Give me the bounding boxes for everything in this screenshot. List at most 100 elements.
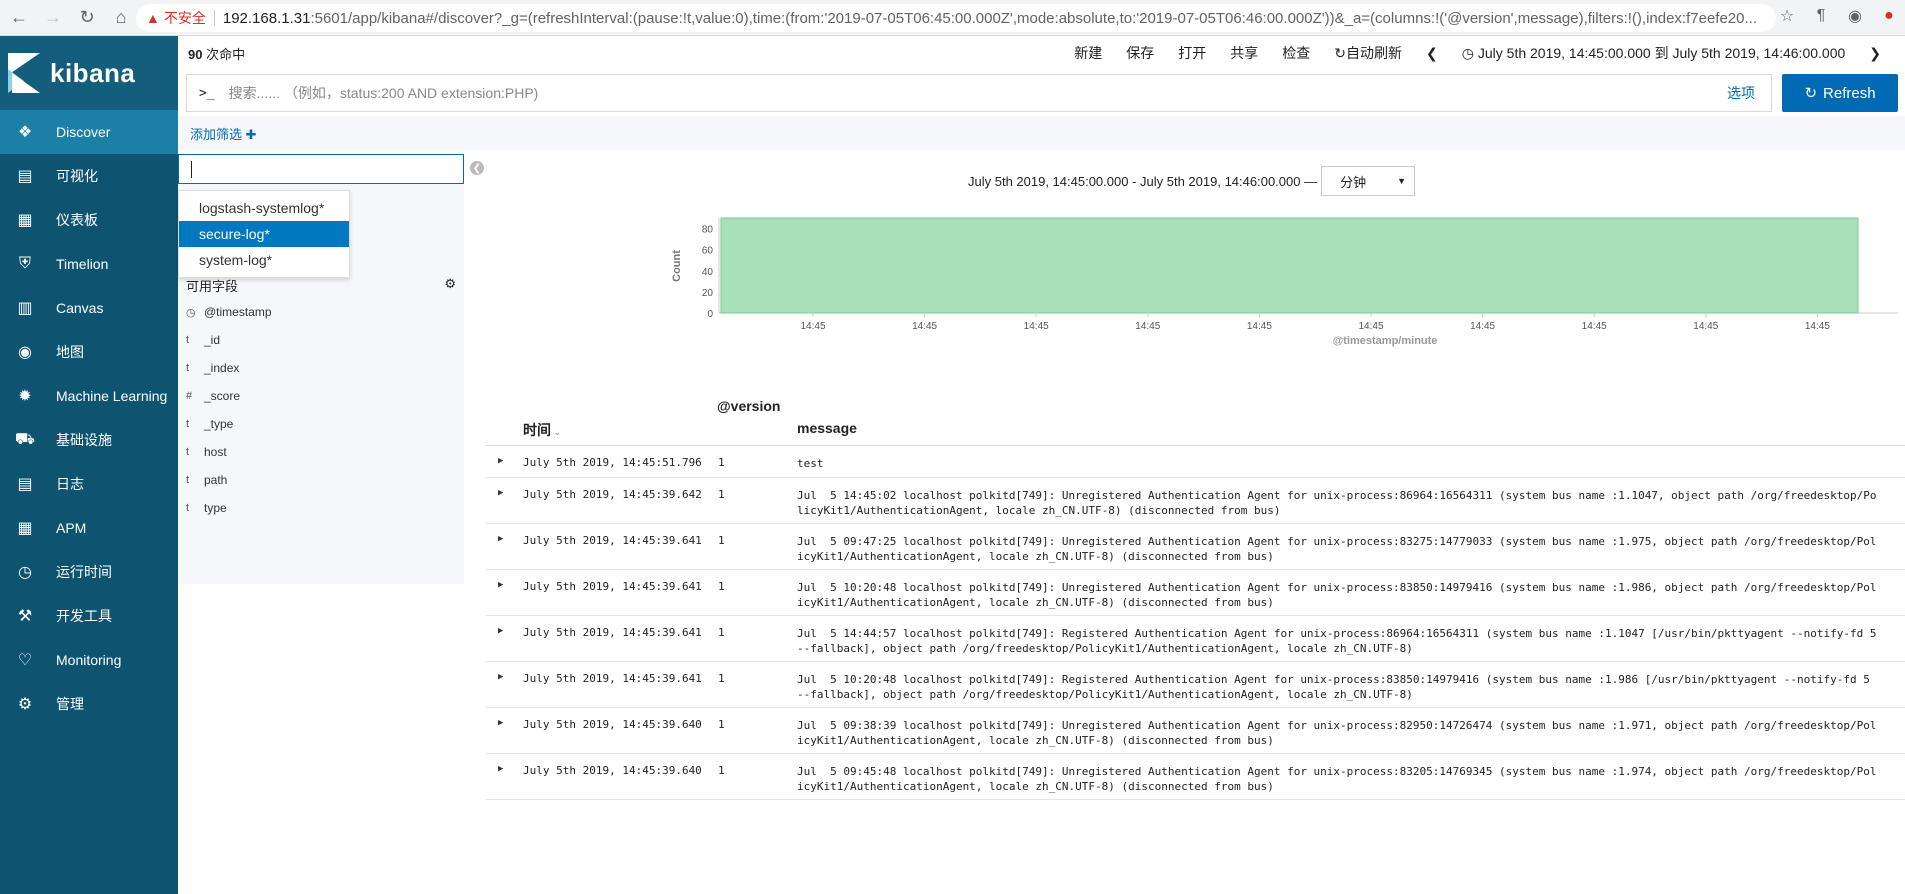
kibana-logo[interactable]: kibana [0,36,178,110]
index-pattern-option[interactable]: system-log* [179,247,349,273]
field-item[interactable]: t _type [186,414,233,434]
gear-icon: ⚙ [17,696,33,713]
y-tick-label: 60 [702,246,714,257]
field-type-icon: t [186,418,190,430]
sidebar-item-discover[interactable]: ❖ Discover [0,110,178,154]
expand-caret-icon[interactable]: ▶ [498,718,503,728]
field-item[interactable]: t host [186,442,227,462]
new-link[interactable]: 新建 [1062,43,1114,63]
x-tick-label: 14:45 [800,321,825,332]
field-item[interactable]: t type [186,498,227,518]
sidebar-item-machine-learning[interactable]: ✹ Machine Learning [0,374,178,418]
extension-icon[interactable]: ¶ [1809,4,1833,28]
sidebar-item-canvas[interactable]: ▥ Canvas [0,286,178,330]
expand-caret-icon[interactable]: ▶ [498,580,503,590]
refresh-button[interactable]: ↻ Refresh [1782,74,1898,112]
time-cell: July 5th 2019, 14:45:39.640 [523,764,702,777]
sidebar-item-地图[interactable]: ◉ 地图 [0,330,178,374]
ml-icon: ✹ [18,388,32,405]
field-item[interactable]: t path [186,470,227,490]
time-range-picker[interactable]: ◷ July 5th 2019, 14:45:00.000 到 July 5th… [1450,43,1858,63]
sidebar-item-可视化[interactable]: ▤ 可视化 [0,154,178,198]
sidebar-item-运行时间[interactable]: ◷ 运行时间 [0,550,178,594]
expand-caret-icon[interactable]: ▶ [498,488,503,498]
x-tick-label: 14:45 [1358,321,1383,332]
index-pattern-dropdown: logstash-systemlog* secure-log* system-log… [178,190,350,278]
inspect-link[interactable]: 检查 [1270,43,1322,63]
field-item[interactable]: # _score [186,386,240,406]
version-cell: 1 [718,718,725,731]
forward-arrow-icon[interactable]: → [38,3,68,33]
sidebar-item-label: Machine Learning [56,388,168,404]
field-item[interactable]: t _id [186,330,220,350]
expand-caret-icon[interactable]: ▶ [498,534,503,544]
back-arrow-icon[interactable]: ← [4,3,34,33]
field-sidebar: ❮ logstash-systemlog* secure-log* system-l… [178,154,484,584]
available-fields-header: 可用字段 ⚙ [186,276,456,295]
sidebar-item-label: Discover [56,124,111,140]
expand-caret-icon[interactable]: ▶ [498,456,503,466]
version-cell: 1 [718,764,725,777]
home-icon[interactable]: ⌂ [106,3,136,33]
save-link[interactable]: 保存 [1114,43,1166,63]
reload-icon[interactable]: ↻ [72,3,102,33]
query-prompt-icon: >_ [199,85,215,101]
sidebar-item-timelion[interactable]: ⛨ Timelion [0,242,178,286]
sidebar-item-日志[interactable]: ▤ 日志 [0,462,178,506]
filter-bar: 添加筛选 ✚ [178,116,1905,150]
sidebar-item-monitoring[interactable]: ♡ Monitoring [0,638,178,682]
interval-select[interactable]: 分钟 ▼ [1321,166,1416,196]
message-cell: Jul 5 09:45:48 localhost polkitd[749]: U… [797,765,1877,793]
x-axis-label: @timestamp/minute [1333,335,1438,347]
star-bookmark-icon[interactable]: ☆ [1775,4,1799,28]
share-link[interactable]: 共享 [1218,43,1270,63]
index-pattern-option[interactable]: logstash-systemlog* [179,195,349,221]
address-bar[interactable]: ▲ 不安全 192.168.1.31:5601/app/kibana#/disco… [136,4,1776,32]
field-type-icon: t [186,334,190,346]
sidebar-item-开发工具[interactable]: ⚒ 开发工具 [0,594,178,638]
search-input[interactable]: >_ 搜索...... （例如，status:200 AND extension… [186,74,1772,112]
options-link[interactable]: 选项 [1727,83,1755,103]
time-cell: July 5th 2019, 14:45:39.640 [523,718,702,731]
message-column-header[interactable]: message [797,420,857,436]
search-placeholder: 搜索...... （例如，status:200 AND extension:PH… [228,85,539,101]
message-cell: Jul 5 09:47:25 localhost polkitd[749]: U… [797,535,1877,563]
expand-caret-icon[interactable]: ▶ [498,626,503,636]
table-row: ▶ July 5th 2019, 14:45:39.640 1 Jul 5 09:45… [485,754,1905,800]
text-caret [191,161,192,178]
kibana-logo-icon [8,53,42,93]
stop-extension-icon[interactable]: ● [1877,4,1901,28]
time-prev-chevron-icon[interactable]: ❮ [1414,45,1450,62]
document-table: 时间 ⌄ @version message ▶ July 5th 2019, 14… [485,396,1905,800]
version-cell: 1 [718,534,725,547]
field-item[interactable]: ◷ @timestamp [186,302,272,322]
sidebar-item-管理[interactable]: ⚙ 管理 [0,682,178,726]
table-row: ▶ July 5th 2019, 14:45:39.642 1 Jul 5 14:45… [485,478,1905,524]
time-column-header[interactable]: 时间 ⌄ [523,420,561,440]
sidebar-item-基础设施[interactable]: ⛟ 基础设施 [0,418,178,462]
sidebar-item-label: 日志 [56,476,84,492]
sidebar-item-label: 基础设施 [56,432,112,448]
time-cell: July 5th 2019, 14:45:39.641 [523,672,702,685]
index-pattern-option[interactable]: secure-log* [179,221,349,247]
field-name: _id [204,333,221,347]
insecure-warning[interactable]: ▲ 不安全 [146,8,206,28]
auto-refresh-link[interactable]: ↻自动刷新 [1322,43,1414,63]
sidebar-item-仪表板[interactable]: ▦ 仪表板 [0,198,178,242]
x-tick-label: 14:45 [1247,321,1272,332]
field-name: type [204,501,227,515]
expand-caret-icon[interactable]: ▶ [498,672,503,682]
top-nav-links: 新建 保存 打开 共享 检查 ↻自动刷新 ❮ ◷ July 5th 2019, … [1062,36,1893,70]
gear-icon[interactable]: ⚙ [444,276,456,295]
heartbeat-icon: ♡ [17,652,33,669]
time-next-chevron-icon[interactable]: ❯ [1857,45,1893,62]
open-link[interactable]: 打开 [1166,43,1218,63]
field-type-icon: # [186,390,193,402]
sidebar-item-apm[interactable]: ▦ APM [0,506,178,550]
add-filter-link[interactable]: 添加筛选 ✚ [190,124,257,143]
index-pattern-input[interactable] [178,154,464,184]
version-column-header[interactable]: @version [717,398,780,414]
account-icon[interactable]: ◉ [1843,4,1867,28]
field-item[interactable]: t _index [186,358,239,378]
expand-caret-icon[interactable]: ▶ [498,764,503,774]
